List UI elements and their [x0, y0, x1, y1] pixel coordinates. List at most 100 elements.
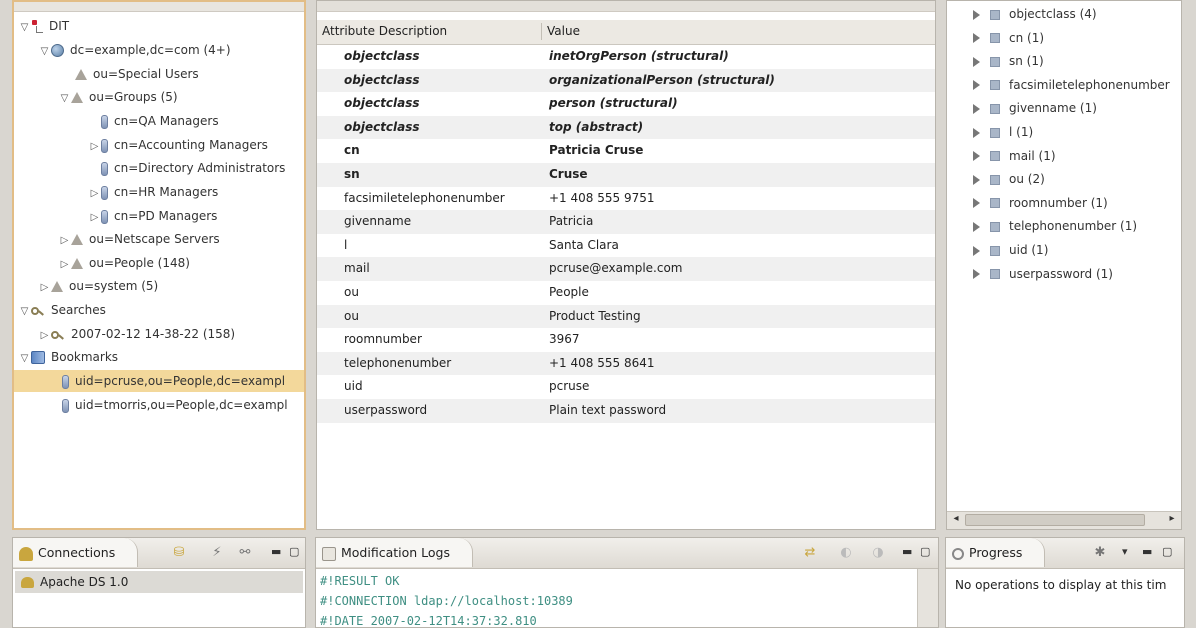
table-row[interactable]: roomnumber 3967 [317, 328, 935, 352]
outline-item[interactable]: uid (1) [973, 239, 1048, 261]
outline-item[interactable]: mail (1) [973, 145, 1056, 167]
tree-node-searches[interactable]: ▽ Searches [18, 299, 106, 321]
tree-node-dit[interactable]: ▽ DIT [18, 15, 69, 37]
expand-arrow-icon[interactable] [973, 80, 980, 91]
tab-modification-logs[interactable]: Modification Logs [316, 538, 474, 567]
tree-node-bookmark-tmorris[interactable]: uid=tmorris,ou=People,dc=exampl [62, 394, 288, 416]
vertical-scrollbar[interactable] [917, 569, 938, 627]
tree-node-directory-administrators[interactable]: cn=Directory Administrators [88, 157, 285, 179]
attribute-value[interactable]: top (abstract) [549, 116, 643, 139]
table-row[interactable]: ou People [317, 281, 935, 305]
expand-arrow-icon[interactable] [973, 269, 980, 280]
log-text-area[interactable]: #!RESULT OK #!CONNECTION ldap://localhos… [318, 571, 916, 627]
attribute-value[interactable]: Santa Clara [549, 234, 619, 257]
table-row[interactable]: objectclass person (structural) [317, 92, 935, 116]
attribute-value[interactable]: Plain text password [549, 399, 666, 422]
table-row[interactable]: mail pcruse@example.com [317, 257, 935, 281]
table-row[interactable]: givenname Patricia [317, 210, 935, 234]
scroll-right-icon[interactable]: ▸ [1165, 513, 1179, 524]
attribute-value[interactable]: inetOrgPerson (structural) [549, 45, 729, 68]
attribute-value[interactable]: Patricia Cruse [549, 139, 643, 162]
maximize-icon[interactable]: ▢ [920, 545, 930, 558]
expand-arrow-icon[interactable] [973, 33, 980, 44]
table-row[interactable]: userpassword Plain text password [317, 399, 935, 423]
table-row[interactable]: sn Cruse [317, 163, 935, 187]
table-row[interactable]: objectclass inetOrgPerson (structural) [317, 45, 935, 69]
new-connection-icon[interactable]: ⛁ [171, 545, 187, 561]
tree-node-pd-managers[interactable]: ▷ cn=PD Managers [88, 205, 217, 227]
connection-item[interactable]: Apache DS 1.0 [15, 571, 303, 593]
minimize-icon[interactable]: ▬ [271, 545, 281, 558]
collapse-arrow-icon[interactable]: ▽ [18, 348, 31, 370]
outline-item[interactable]: ou (2) [973, 168, 1045, 190]
table-row[interactable]: telephonenumber +1 408 555 8641 [317, 351, 935, 376]
expand-arrow-icon[interactable] [973, 151, 980, 162]
attribute-value[interactable]: +1 408 555 8641 [549, 352, 654, 375]
collapse-arrow-icon[interactable]: ▽ [58, 88, 71, 110]
close-connection-icon[interactable]: ⚯ [237, 545, 253, 561]
forward-icon[interactable]: ◑ [870, 545, 886, 561]
tree-node-root-dse[interactable]: ▽ dc=example,dc=com (4+) [38, 39, 231, 61]
refresh-icon[interactable]: ⇄ [802, 545, 818, 561]
back-icon[interactable]: ◐ [838, 545, 854, 561]
tree-node-accounting-managers[interactable]: ▷ cn=Accounting Managers [88, 134, 268, 156]
outline-item[interactable]: givenname (1) [973, 97, 1097, 119]
table-row[interactable]: objectclass top (abstract) [317, 115, 935, 140]
outline-item[interactable]: sn (1) [973, 50, 1044, 72]
expand-arrow-icon[interactable] [973, 56, 980, 67]
attribute-value[interactable]: organizationalPerson (structural) [549, 69, 775, 92]
outline-item[interactable]: facsimiletelephonenumber [973, 74, 1170, 96]
outline-item[interactable]: objectclass (4) [973, 3, 1097, 25]
scroll-left-icon[interactable]: ◂ [949, 513, 963, 524]
outline-item[interactable]: l (1) [973, 121, 1033, 143]
expand-arrow-icon[interactable] [973, 221, 980, 232]
attribute-value[interactable]: 3967 [549, 328, 580, 351]
attribute-value[interactable]: pcruse@example.com [549, 257, 682, 280]
tree-node-saved-search[interactable]: ▷ 2007-02-12 14-38-22 (158) [38, 323, 235, 345]
expand-arrow-icon[interactable]: ▷ [88, 183, 101, 205]
tree-node-special-users[interactable]: ou=Special Users [62, 63, 199, 85]
tree-node-qa-managers[interactable]: cn=QA Managers [88, 110, 219, 132]
tree-node-bookmarks[interactable]: ▽ Bookmarks [18, 346, 118, 368]
tree-node-people[interactable]: ▷ ou=People (148) [58, 252, 190, 274]
collapse-arrow-icon[interactable]: ▽ [38, 41, 51, 63]
attribute-value[interactable]: person (structural) [549, 92, 678, 115]
remove-all-icon[interactable]: ✱ [1092, 545, 1108, 561]
attribute-value[interactable]: Cruse [549, 163, 588, 186]
outline-item[interactable]: roomnumber (1) [973, 192, 1108, 214]
attribute-value[interactable]: Patricia [549, 210, 593, 233]
table-row[interactable]: uid pcruse [317, 375, 935, 399]
collapse-arrow-icon[interactable]: ▽ [18, 17, 31, 39]
minimize-icon[interactable]: ▬ [902, 545, 912, 558]
tree-node-groups[interactable]: ▽ ou=Groups (5) [58, 86, 178, 108]
horizontal-scrollbar[interactable]: ◂ ▸ [947, 511, 1181, 529]
table-row[interactable]: facsimiletelephonenumber +1 408 555 9751 [317, 187, 935, 211]
tab-connections[interactable]: Connections [13, 538, 139, 567]
maximize-icon[interactable]: ▢ [1162, 545, 1172, 558]
attribute-value[interactable]: People [549, 281, 589, 304]
collapse-arrow-icon[interactable]: ▽ [18, 301, 31, 323]
tree-node-netscape-servers[interactable]: ▷ ou=Netscape Servers [58, 228, 220, 250]
attribute-value[interactable]: pcruse [549, 375, 589, 398]
table-row[interactable]: cn Patricia Cruse [317, 139, 935, 163]
outline-item[interactable]: userpassword (1) [973, 263, 1113, 285]
expand-arrow-icon[interactable]: ▷ [38, 277, 51, 299]
expand-arrow-icon[interactable] [973, 245, 980, 256]
minimize-icon[interactable]: ▬ [1142, 545, 1152, 558]
scrollbar-thumb[interactable] [965, 514, 1145, 526]
tree-node-hr-managers[interactable]: ▷ cn=HR Managers [88, 181, 218, 203]
table-row[interactable]: ou Product Testing [317, 304, 935, 329]
open-connection-icon[interactable]: ⚡ [209, 545, 225, 561]
expand-arrow-icon[interactable]: ▷ [88, 207, 101, 229]
tab-progress[interactable]: Progress [946, 538, 1046, 567]
outline-item[interactable]: cn (1) [973, 27, 1044, 49]
expand-arrow-icon[interactable] [973, 198, 980, 209]
maximize-icon[interactable]: ▢ [289, 545, 299, 558]
column-header-attribute[interactable]: Attribute Description [322, 24, 447, 38]
expand-arrow-icon[interactable] [973, 103, 980, 114]
column-header-value[interactable]: Value [547, 24, 580, 38]
expand-arrow-icon[interactable]: ▷ [58, 230, 71, 252]
tree-node-bookmark-pcruse[interactable]: uid=pcruse,ou=People,dc=exampl [14, 370, 304, 392]
expand-arrow-icon[interactable] [973, 9, 980, 20]
expand-arrow-icon[interactable]: ▷ [88, 136, 101, 158]
